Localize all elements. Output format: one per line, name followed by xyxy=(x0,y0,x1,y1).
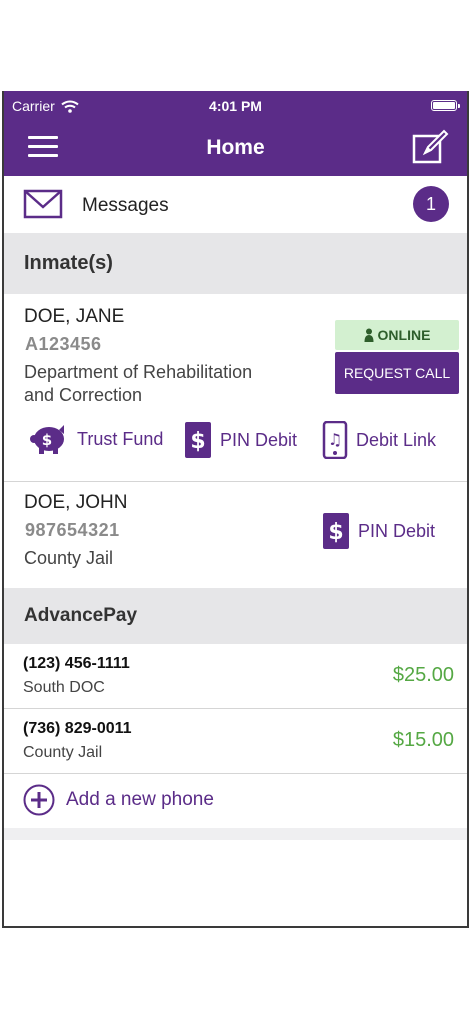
clock: 4:01 PM xyxy=(209,98,262,114)
inmate-name: DOE, JOHN xyxy=(24,492,128,513)
phone-number: (123) 456-1111 xyxy=(23,655,130,672)
plus-circle-icon xyxy=(23,784,55,816)
inmate-facility-line2: and Correction xyxy=(24,385,143,405)
advancepay-phone-row[interactable]: (123) 456-1111 South DOC $25.00 xyxy=(4,644,467,708)
phone-number: (736) 829-0011 xyxy=(23,720,132,737)
pin-debit-link[interactable]: $ PIN Debit xyxy=(184,421,297,459)
online-label: ONLINE xyxy=(377,327,431,343)
svg-text:$: $ xyxy=(190,429,205,454)
svg-text:$: $ xyxy=(42,431,52,449)
inmate-card: DOE, JOHN 987654321 County Jail $ PIN De… xyxy=(4,482,467,588)
advancepay-section-header: AdvancePay xyxy=(4,588,467,644)
debit-link-label: Debit Link xyxy=(356,429,437,450)
add-phone-button[interactable]: Add a new phone xyxy=(4,773,467,827)
online-status-badge: ONLINE xyxy=(335,320,459,350)
phone-balance: $25.00 xyxy=(392,664,454,686)
battery-icon xyxy=(431,100,460,111)
svg-text:$: $ xyxy=(328,520,343,545)
person-icon xyxy=(364,328,374,342)
request-call-button[interactable]: REQUEST CALL xyxy=(335,352,459,394)
phone-balance: $15.00 xyxy=(392,729,454,751)
debit-link-link[interactable]: ♫ Debit Link xyxy=(322,421,436,459)
nav-bar: Home xyxy=(4,119,467,176)
trust-fund-label: Trust Fund xyxy=(77,428,164,449)
inmate-id: 987654321 xyxy=(25,520,120,540)
phone-facility: County Jail xyxy=(23,744,103,761)
pin-debit-label: PIN Debit xyxy=(358,520,436,541)
messages-row[interactable]: Messages 1 xyxy=(4,176,467,233)
messages-label: Messages xyxy=(82,195,169,216)
app-screen: Carrier 4:01 PM Home Messages 1 Inmate(s… xyxy=(2,91,469,928)
add-phone-label: Add a new phone xyxy=(66,789,214,810)
svg-text:♫: ♫ xyxy=(328,430,342,449)
section-title: Inmate(s) xyxy=(24,252,113,274)
inmate-facility: Department of Rehabilitation xyxy=(24,362,253,382)
section-title: AdvancePay xyxy=(24,605,138,626)
trust-fund-link[interactable]: $ Trust Fund xyxy=(29,422,163,456)
status-bar: Carrier 4:01 PM xyxy=(4,91,467,119)
piggy-bank-icon: $ xyxy=(30,425,64,454)
phone-music-icon: ♫ xyxy=(322,421,348,459)
unread-count-badge: 1 xyxy=(413,186,449,222)
phone-facility: South DOC xyxy=(23,679,105,696)
dollar-icon: $ xyxy=(323,513,349,549)
inmate-name: DOE, JANE xyxy=(24,306,125,327)
dollar-icon: $ xyxy=(185,422,211,458)
inmate-id: A123456 xyxy=(25,334,102,354)
list-footer xyxy=(4,828,467,840)
inmates-section-header: Inmate(s) xyxy=(4,233,467,294)
page-title: Home xyxy=(206,136,265,159)
inmate-facility: County Jail xyxy=(24,548,114,568)
envelope-icon xyxy=(23,189,63,219)
compose-icon[interactable] xyxy=(411,129,449,165)
inmate-card: DOE, JANE A123456 Department of Rehabili… xyxy=(4,294,467,482)
pin-debit-link[interactable]: $ PIN Debit xyxy=(322,512,435,550)
pin-debit-label: PIN Debit xyxy=(220,429,298,450)
advancepay-phone-row[interactable]: (736) 829-0011 County Jail $15.00 xyxy=(4,709,467,773)
